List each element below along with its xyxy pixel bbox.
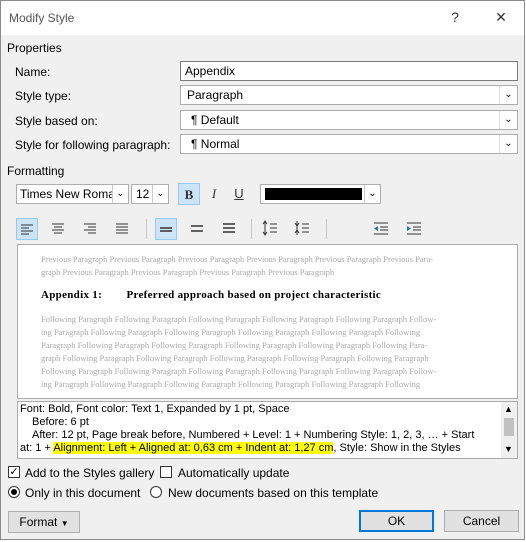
increase-indent-icon: [407, 222, 421, 235]
style-based-on-dropdown[interactable]: ¶ Default ⌄: [180, 110, 518, 130]
following-style-dropdown[interactable]: ¶ Normal ⌄: [180, 134, 518, 154]
chevron-down-icon[interactable]: ⌄: [499, 111, 517, 129]
previous-paragraph-text: Previous Paragraph Previous Paragraph Pr…: [41, 253, 481, 279]
increase-indent-button[interactable]: [404, 218, 426, 240]
modify-style-dialog: Modify Style ? ✕ Properties Name: Append…: [0, 0, 525, 540]
align-right-icon: [84, 223, 96, 234]
increase-spacing-before-button[interactable]: [260, 218, 282, 240]
font-name-dropdown[interactable]: Times New Roman ⌄: [16, 184, 129, 204]
description-line: at: 1 + Alignment: Left + Aligned at: 0,…: [20, 442, 496, 455]
chevron-down-icon[interactable]: ⌄: [112, 185, 128, 203]
preview-line: Paragraph Following Paragraph Following …: [41, 340, 428, 350]
single-spacing-icon: [160, 227, 172, 232]
style-type-value: Paragraph: [187, 88, 244, 102]
following-style-value: ¶ Normal: [191, 137, 240, 151]
underline-button[interactable]: U: [228, 183, 250, 205]
preview-line: ing Paragraph Following Paragraph Follow…: [41, 327, 421, 337]
italic-button[interactable]: I: [203, 183, 225, 205]
only-this-document-label[interactable]: Only in this document: [25, 486, 140, 500]
auto-update-label[interactable]: Automatically update: [178, 466, 289, 480]
auto-update-checkbox[interactable]: [160, 466, 172, 478]
scroll-down-icon[interactable]: ▼: [504, 444, 513, 454]
spacing-after-icon: [294, 221, 309, 235]
align-center-button[interactable]: [48, 218, 70, 240]
style-based-on-value: ¶ Default: [191, 113, 239, 127]
preview-line: ing Paragraph Following Paragraph Follow…: [41, 379, 421, 389]
style-type-label: Style type:: [15, 89, 72, 103]
scroll-up-icon[interactable]: ▲: [504, 404, 513, 414]
add-to-gallery-checkbox[interactable]: ✓: [8, 466, 20, 478]
chevron-down-icon[interactable]: ⌄: [364, 185, 380, 203]
toolbar-divider: [326, 219, 327, 239]
style-type-dropdown[interactable]: Paragraph ⌄: [180, 85, 518, 105]
description-scrollbar[interactable]: ▲ ▼: [501, 402, 517, 458]
align-left-button[interactable]: [16, 218, 38, 240]
style-based-on-label: Style based on:: [15, 114, 98, 128]
dialog-title: Modify Style: [9, 11, 75, 25]
description-text: Font: Bold, Font color: Text 1, Expanded…: [20, 403, 496, 455]
justify-icon: [116, 223, 128, 234]
bold-button[interactable]: B: [178, 183, 200, 205]
justify-button[interactable]: [112, 218, 134, 240]
one-half-spacing-button[interactable]: [187, 218, 209, 240]
preview-line: Following Paragraph Following Paragraph …: [41, 366, 437, 376]
font-size-dropdown[interactable]: 12 ⌄: [131, 184, 169, 204]
new-documents-radio[interactable]: [150, 486, 162, 498]
align-center-icon: [52, 223, 64, 234]
preview-heading: Appendix 1: Preferred approach based on …: [41, 289, 382, 301]
description-text-part: , Style: Show in the Styles: [333, 442, 461, 454]
close-button[interactable]: ✕: [491, 7, 511, 27]
preview-line: graph Previous Paragraph Previous Paragr…: [41, 267, 335, 277]
font-size-value: 12: [136, 187, 150, 201]
decrease-spacing-before-button[interactable]: [292, 218, 314, 240]
only-this-document-radio[interactable]: [8, 486, 20, 498]
description-line: Before: 6 pt: [32, 416, 89, 428]
description-text-part: at: 1 +: [20, 442, 54, 454]
format-button-label: Format: [19, 515, 58, 529]
font-color-dropdown[interactable]: ⌄: [260, 184, 381, 204]
highlighted-alignment-text: Alignment: Left + Aligned at: 0,63 cm + …: [53, 442, 334, 454]
help-button[interactable]: ?: [445, 7, 465, 27]
following-style-label: Style for following paragraph:: [15, 138, 171, 152]
font-name-value: Times New Roman: [20, 187, 113, 201]
single-spacing-button[interactable]: [155, 218, 177, 240]
description-line: After: 12 pt, Page break before, Numbere…: [32, 429, 475, 441]
following-paragraph-text: Following Paragraph Following Paragraph …: [41, 313, 481, 391]
ok-button[interactable]: OK: [359, 510, 434, 532]
decrease-indent-icon: [374, 222, 388, 235]
add-to-gallery-label[interactable]: Add to the Styles gallery: [25, 466, 154, 480]
font-color-swatch: [265, 188, 362, 200]
properties-section-label: Properties: [7, 41, 62, 55]
align-left-icon: [21, 224, 33, 235]
toolbar-divider: [146, 219, 147, 239]
preview-line: Following Paragraph Following Paragraph …: [41, 314, 437, 324]
align-right-button[interactable]: [80, 218, 102, 240]
description-line: Font: Bold, Font color: Text 1, Expanded…: [20, 403, 290, 415]
dropdown-arrow-icon: ▼: [60, 519, 69, 528]
double-spacing-icon: [223, 223, 235, 233]
name-label: Name:: [15, 65, 51, 79]
style-description: Font: Bold, Font color: Text 1, Expanded…: [17, 401, 518, 459]
decrease-indent-button[interactable]: [371, 218, 393, 240]
one-half-spacing-icon: [191, 225, 203, 232]
chevron-down-icon[interactable]: ⌄: [499, 135, 517, 153]
double-spacing-button[interactable]: [219, 218, 241, 240]
name-input[interactable]: Appendix: [180, 61, 518, 81]
new-documents-label[interactable]: New documents based on this template: [168, 486, 378, 500]
chevron-down-icon[interactable]: ⌄: [499, 86, 517, 104]
format-button[interactable]: Format ▼: [8, 511, 80, 533]
spacing-before-icon: [262, 220, 277, 236]
cancel-button[interactable]: Cancel: [444, 510, 519, 532]
preview-line: graph Following Paragraph Following Para…: [41, 353, 429, 363]
title-bar: Modify Style ? ✕: [1, 1, 524, 35]
style-preview: Previous Paragraph Previous Paragraph Pr…: [17, 244, 518, 399]
toolbar-divider: [251, 219, 252, 239]
scroll-thumb[interactable]: [504, 418, 514, 436]
formatting-section-label: Formatting: [7, 164, 65, 178]
chevron-down-icon[interactable]: ⌄: [152, 185, 168, 203]
preview-line: Previous Paragraph Previous Paragraph Pr…: [41, 254, 434, 264]
